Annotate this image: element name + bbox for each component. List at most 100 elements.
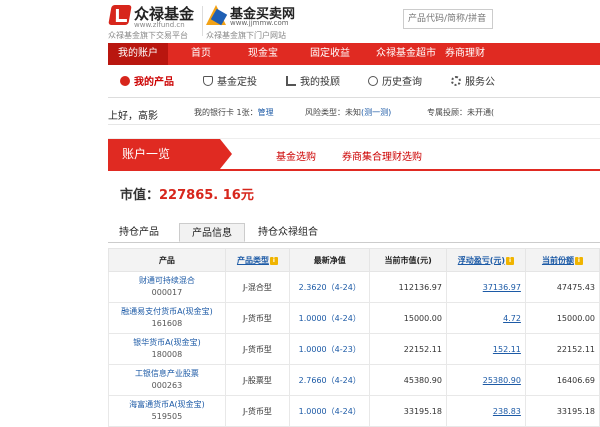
fund-name-link[interactable]: 工银信息产业股票 — [110, 368, 224, 380]
gear-icon — [451, 76, 461, 86]
table-header-row: 产品 产品类型 i 最新净值 当前市值(元) 浮动盈亏(元) i 当前份额 i — [108, 248, 600, 272]
bank-card-label: 我的银行卡 — [194, 108, 234, 117]
info-icon[interactable]: i — [506, 256, 515, 265]
col-header-product: 产品 — [108, 248, 226, 272]
fund-current-shares: 15000.00 — [524, 302, 600, 334]
tab-my-advisor-label: 我的投顾 — [300, 77, 340, 88]
jjmmw-logo-url: www.jjmmw.com — [230, 19, 289, 27]
nav-item-fund-market[interactable]: 众禄基金超市 — [376, 43, 436, 65]
broker-collective-purchase-link[interactable]: 券商集合理财选购 — [342, 148, 422, 163]
col-header-latest-nav: 最新净值 — [289, 248, 371, 272]
info-icon[interactable]: i — [269, 256, 278, 265]
fund-nav: 1.0000（4-23） — [289, 333, 371, 365]
holdings-table: 产品 产品类型 i 最新净值 当前市值(元) 浮动盈亏(元) i 当前份额 i 财通可… — [108, 248, 600, 427]
tab-fund-auto-invest-label: 基金定投 — [217, 77, 257, 88]
fund-cell: 银华货币A(现金宝) 180008 — [108, 333, 226, 365]
search-input[interactable] — [403, 9, 493, 29]
risk-test-link[interactable]: (测一测) — [361, 108, 391, 117]
fund-floating-pnl: 37136.97 — [445, 271, 526, 303]
fund-purchase-link[interactable]: 基金选购 — [276, 148, 316, 163]
fund-floating-pnl-link[interactable]: 238.83 — [493, 407, 521, 416]
fund-name-link[interactable]: 海富通货币A(现金宝) — [110, 399, 224, 411]
fund-nav: 2.3620（4-24） — [289, 271, 371, 303]
fund-floating-pnl-link[interactable]: 25380.90 — [483, 376, 521, 385]
account-overview-title: 账户一览 — [108, 139, 232, 169]
fund-market-value: 112136.97 — [369, 271, 447, 303]
tab-fund-auto-invest[interactable]: 基金定投 — [203, 74, 257, 92]
fund-current-shares: 16406.69 — [524, 364, 600, 396]
fund-market-value: 45380.90 — [369, 364, 447, 396]
col-header-floating-pnl-label: 浮动盈亏(元) — [457, 255, 506, 265]
chart-icon — [286, 76, 296, 86]
fund-cell: 海富通货币A(现金宝) 519505 — [108, 395, 226, 427]
risk-type-info: 风险类型：未知(测一测) — [305, 107, 391, 118]
market-value-label: 市值： — [120, 188, 160, 203]
col-header-market-value: 当前市值(元) — [369, 248, 447, 272]
fund-cell: 财通可持续混合 000017 — [108, 271, 226, 303]
user-greeting: 上好，高影 — [108, 111, 158, 122]
zlfund-logo-url: www.zlfund.cn — [134, 21, 185, 29]
tab-my-products[interactable]: 我的产品 — [120, 74, 174, 92]
fund-code: 000263 — [151, 381, 183, 390]
shield-icon — [203, 76, 213, 86]
fund-floating-pnl: 25380.90 — [445, 364, 526, 396]
fund-current-shares: 47475.43 — [524, 271, 600, 303]
tab-product-info[interactable]: 产品信息 — [179, 223, 245, 242]
fund-type: J-混合型 — [224, 271, 291, 303]
tab-holding-products[interactable]: 持仓产品 — [108, 223, 170, 242]
tab-holding-portfolio[interactable]: 持仓众禄组合 — [253, 223, 323, 242]
nav-item-home[interactable]: 首页 — [191, 43, 211, 65]
nav-item-fixed-income[interactable]: 固定收益 — [310, 43, 350, 65]
fund-type: J-货币型 — [224, 395, 291, 427]
fund-code: 161608 — [151, 319, 183, 328]
main-nav: 我的账户 首页 现金宝 固定收益 众禄基金超市 券商理财 — [108, 43, 600, 65]
tab-my-products-label: 我的产品 — [134, 77, 174, 88]
fund-name-link[interactable]: 财通可持续混合 — [110, 275, 224, 287]
fund-cell: 工银信息产业股票 000263 — [108, 364, 226, 396]
col-header-floating-pnl[interactable]: 浮动盈亏(元) i — [445, 248, 526, 272]
col-header-product-type[interactable]: 产品类型 i — [224, 248, 291, 272]
nav-item-my-account[interactable]: 我的账户 — [108, 43, 168, 65]
fund-type: J-货币型 — [224, 333, 291, 365]
bank-card-manage-link[interactable]: 管理 — [258, 108, 274, 117]
table-row: 融通易支付货币A(现金宝) 161608 J-货币型 1.0000（4-24） 1… — [108, 302, 600, 334]
fund-market-value: 22152.11 — [369, 333, 447, 365]
logo-divider — [202, 6, 203, 36]
risk-type-label: 风险类型：未知 — [305, 108, 361, 117]
tab-service-label: 服务公 — [465, 77, 495, 88]
fund-name-link[interactable]: 融通易支付货币A(现金宝) — [110, 306, 224, 318]
fund-floating-pnl-link[interactable]: 4.72 — [503, 314, 521, 323]
tab-history-query[interactable]: 历史查询 — [368, 74, 422, 92]
divider — [108, 124, 600, 125]
tab-history-query-label: 历史查询 — [382, 77, 422, 88]
fund-current-shares: 33195.18 — [524, 395, 600, 427]
tab-service[interactable]: 服务公 — [451, 74, 495, 92]
product-icon — [120, 76, 130, 86]
fund-type: J-股票型 — [224, 364, 291, 396]
zlfund-logo-icon — [108, 5, 132, 25]
fund-floating-pnl: 152.11 — [445, 333, 526, 365]
fund-floating-pnl: 4.72 — [445, 302, 526, 334]
fund-current-shares: 22152.11 — [524, 333, 600, 365]
zlfund-logo[interactable]: 众禄基金 www.zlfund.cn 众禄基金旗下交易平台 — [108, 3, 200, 40]
zlfund-logo-tagline: 众禄基金旗下交易平台 — [108, 31, 188, 40]
advisor-info: 专属投顾：未开通( — [427, 108, 495, 117]
table-row: 财通可持续混合 000017 J-混合型 2.3620（4-24） 112136.… — [108, 271, 600, 303]
nav-item-broker-wealth[interactable]: 券商理财 — [445, 43, 485, 65]
info-icon[interactable]: i — [574, 256, 583, 265]
fund-market-value: 33195.18 — [369, 395, 447, 427]
bank-card-info: 我的银行卡 1张：管理 — [194, 107, 274, 118]
tab-my-advisor[interactable]: 我的投顾 — [286, 74, 340, 92]
col-header-current-shares[interactable]: 当前份额 i — [524, 248, 600, 272]
jjmmw-logo[interactable]: 基金买卖网 www.jjmmw.com 众禄基金旗下门户网站 — [206, 3, 316, 40]
table-row: 工银信息产业股票 000263 J-股票型 2.7660（4-24） 45380.… — [108, 364, 600, 396]
fund-name-link[interactable]: 银华货币A(现金宝) — [110, 337, 224, 349]
table-row: 海富通货币A(现金宝) 519505 J-货币型 1.0000（4-24） 331… — [108, 395, 600, 427]
holding-tabs: 持仓产品 产品信息 持仓众禄组合 — [108, 222, 600, 243]
fund-floating-pnl-link[interactable]: 152.11 — [493, 345, 521, 354]
fund-nav: 1.0000（4-24） — [289, 302, 371, 334]
nav-item-cash-treasure[interactable]: 现金宝 — [248, 43, 278, 65]
fund-floating-pnl-link[interactable]: 37136.97 — [483, 283, 521, 292]
fund-nav: 2.7660（4-24） — [289, 364, 371, 396]
market-value: 市值：227865. 16元 — [120, 184, 254, 203]
